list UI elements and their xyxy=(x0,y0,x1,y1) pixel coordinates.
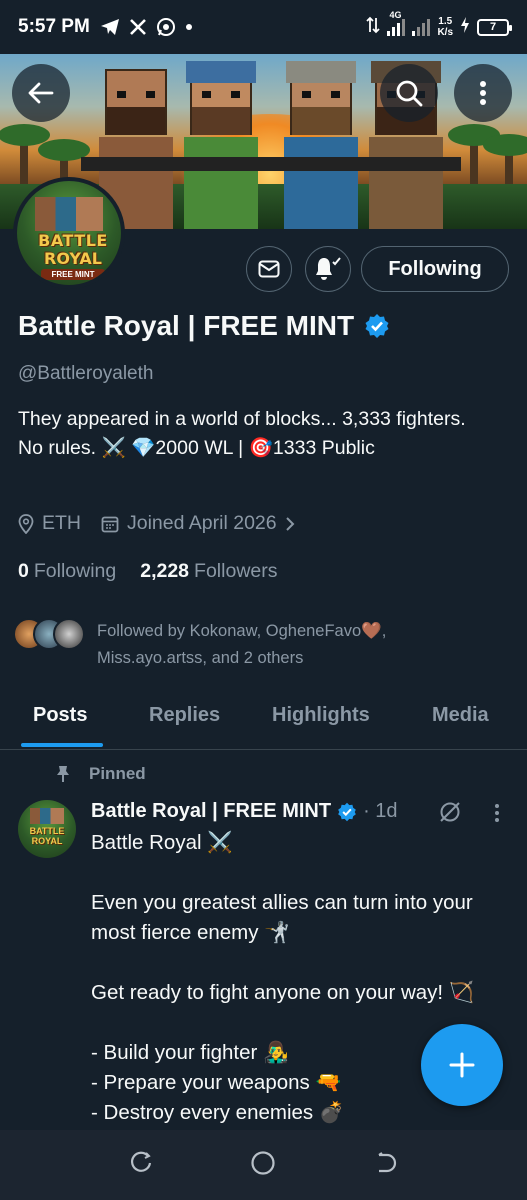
follow-counts: 0 Following 2,228 Followers xyxy=(18,560,301,583)
post-author-name[interactable]: Battle Royal | FREE MINT xyxy=(91,800,331,823)
status-bar: 5:57 PM 4G 1.5 K/s 7 xyxy=(0,0,527,54)
location-text: ETH xyxy=(42,512,81,534)
home-icon[interactable] xyxy=(250,1150,276,1181)
dot-icon xyxy=(185,23,193,31)
location-item: ETH xyxy=(18,512,81,535)
followers-count-link[interactable]: 2,228 Followers xyxy=(140,560,277,583)
bell-check-icon xyxy=(316,257,341,280)
plus-icon xyxy=(449,1052,475,1078)
avatar-logo-line-1: BATTLE xyxy=(38,231,108,250)
signal-icon-2 xyxy=(412,18,431,36)
pinned-label: Pinned xyxy=(55,764,146,784)
follower-avatar xyxy=(53,618,85,650)
search-icon xyxy=(396,80,423,107)
tab-highlights[interactable]: Highlights xyxy=(272,704,370,727)
more-options-button[interactable] xyxy=(454,64,512,122)
following-count-link[interactable]: 0 Following xyxy=(18,560,116,583)
verified-badge-icon xyxy=(365,314,389,338)
message-button[interactable] xyxy=(246,246,292,292)
following-label: Following xyxy=(33,560,117,582)
followed-by-row[interactable]: Followed by Kokonaw, OgheneFavo🤎, Miss.a… xyxy=(13,618,457,672)
signal-icon: 4G xyxy=(387,10,406,36)
calendar-icon xyxy=(101,516,119,532)
network-speed: 1.5 K/s xyxy=(437,16,453,38)
following-count: 0 xyxy=(18,560,29,582)
mail-icon xyxy=(258,260,280,278)
charging-icon xyxy=(460,16,470,38)
chevron-right-icon xyxy=(285,516,295,531)
profile-name: Battle Royal | FREE MINT xyxy=(18,310,355,341)
system-nav-bar xyxy=(0,1130,527,1200)
post-author-avatar[interactable]: BATTLE ROYAL xyxy=(18,800,76,858)
joined-item[interactable]: Joined April 2026 xyxy=(101,512,295,535)
tab-replies[interactable]: Replies xyxy=(149,704,220,727)
profile-name-row: Battle Royal | FREE MINT xyxy=(18,310,390,342)
x-icon xyxy=(129,18,147,36)
pin-icon xyxy=(57,766,69,782)
location-pin-icon xyxy=(18,513,34,534)
post-more-icon[interactable] xyxy=(493,803,501,828)
data-transfer-icon xyxy=(366,16,381,39)
notifications-button[interactable] xyxy=(305,246,351,292)
followers-count: 2,228 xyxy=(140,560,190,582)
post-time: · 1d xyxy=(363,800,398,822)
whatsapp-icon xyxy=(156,17,176,37)
compose-button[interactable] xyxy=(421,1024,503,1106)
battery-icon: 7 xyxy=(477,18,512,36)
active-tab-indicator xyxy=(21,743,103,747)
telegram-icon xyxy=(100,18,120,36)
profile-avatar[interactable]: BATTLE ROYAL FREE MINT xyxy=(13,177,125,289)
avatar-logo-line-3: FREE MINT xyxy=(41,269,105,280)
profile-handle: @Battleroyaleth xyxy=(18,363,154,384)
grok-icon[interactable] xyxy=(438,800,462,829)
tab-media[interactable]: Media xyxy=(432,704,489,727)
more-vertical-icon xyxy=(480,81,486,105)
back-button[interactable] xyxy=(12,64,70,122)
profile-tabs: Posts Replies Highlights Media xyxy=(0,690,527,750)
back-arrow-icon xyxy=(28,82,54,104)
back-icon[interactable] xyxy=(373,1151,399,1180)
recent-apps-icon[interactable] xyxy=(128,1151,154,1180)
followers-label: Followers xyxy=(194,560,278,582)
verified-badge-icon xyxy=(338,802,356,821)
avatar-logo-line-2: ROYAL xyxy=(44,249,102,268)
status-time: 5:57 PM xyxy=(18,16,90,37)
post-header: Battle Royal | FREE MINT · 1d xyxy=(91,800,398,823)
profile-bio: They appeared in a world of blocks... 3,… xyxy=(18,408,466,459)
profile-meta: ETH Joined April 2026 xyxy=(18,512,315,535)
search-button[interactable] xyxy=(380,64,438,122)
joined-text: Joined April 2026 xyxy=(127,512,277,534)
followed-by-text: Followed by Kokonaw, OgheneFavo🤎, Miss.a… xyxy=(97,622,387,667)
following-button[interactable]: Following xyxy=(361,246,509,292)
tab-posts[interactable]: Posts xyxy=(33,704,87,727)
network-type: 4G xyxy=(389,9,402,20)
